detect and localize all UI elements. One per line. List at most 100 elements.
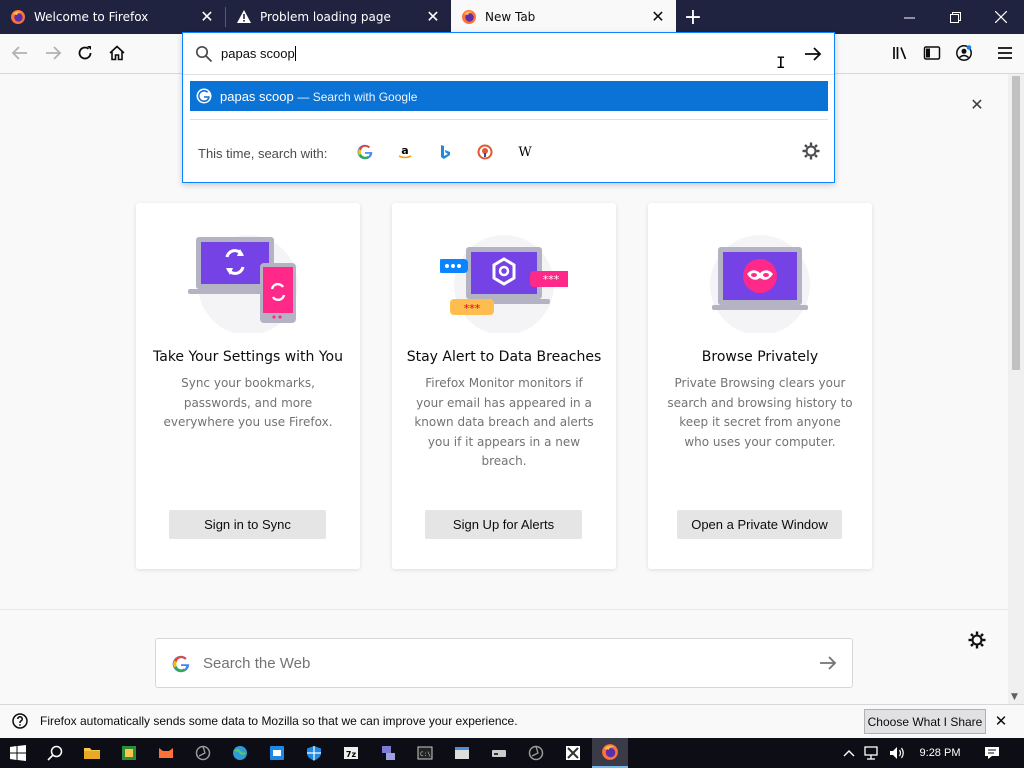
tab-problem-loading[interactable]: Problem loading page ✕ [226, 0, 451, 34]
account-icon [956, 45, 972, 61]
folder-icon [84, 748, 100, 759]
taskbar-app-2[interactable] [111, 738, 147, 768]
close-tab-icon[interactable]: ✕ [650, 9, 666, 25]
globe-icon [233, 746, 247, 760]
menu-button[interactable] [990, 38, 1020, 68]
tab-title: Welcome to Firefox [34, 10, 149, 24]
text-caret [294, 46, 296, 61]
close-notification-icon[interactable]: ✕ [993, 713, 1009, 729]
scroll-down-arrow-icon[interactable]: ▼ [1011, 692, 1018, 702]
close-window-button[interactable] [978, 0, 1024, 34]
forward-button[interactable] [38, 38, 68, 68]
open-private-window-button[interactable]: Open a Private Window [677, 510, 842, 539]
cat-app-icon [159, 748, 173, 758]
engine-bing-button[interactable] [435, 142, 455, 162]
editor-icon [270, 746, 284, 760]
search-icon [195, 45, 213, 63]
taskbar-app-11[interactable] [444, 738, 480, 768]
tab-welcome[interactable]: Welcome to Firefox ✕ [0, 0, 225, 34]
web-search-box[interactable]: Search the Web [155, 638, 853, 688]
new-tab-button[interactable]: + [676, 0, 710, 34]
choose-what-i-share-button[interactable]: Choose What I Share [864, 709, 986, 734]
duckduckgo-logo-icon [477, 144, 493, 160]
taskbar-app-5[interactable] [222, 738, 258, 768]
clock[interactable]: 9:28 PM [910, 738, 970, 768]
taskbar-app-3[interactable] [148, 738, 184, 768]
taskbar-app-14[interactable] [555, 738, 591, 768]
data-breach-illustration: *** *** [440, 235, 568, 333]
window-icon [455, 747, 469, 759]
network-icon [382, 746, 395, 760]
svg-text:C:\: C:\ [420, 751, 431, 758]
search-icon [47, 745, 63, 761]
library-button[interactable] [885, 38, 915, 68]
engine-wikipedia-button[interactable]: W [515, 142, 535, 162]
reload-button[interactable] [70, 38, 100, 68]
card-title: Browse Privately [701, 349, 819, 365]
sync-devices-illustration [188, 235, 298, 333]
sidebar-toggle-button[interactable] [917, 38, 947, 68]
engine-google-button[interactable] [355, 142, 375, 162]
taskbar-7zip[interactable]: 7z [333, 738, 369, 768]
close-tab-icon[interactable]: ✕ [199, 9, 215, 25]
wikipedia-logo-icon: W [518, 145, 532, 160]
notification-center-icon[interactable] [978, 738, 1006, 768]
private-browsing-illustration [710, 235, 810, 333]
network-tray-icon[interactable] [862, 738, 884, 768]
engine-duckduckgo-button[interactable] [475, 142, 495, 162]
firefox-icon [11, 10, 25, 24]
google-logo-icon [172, 655, 190, 673]
go-arrow-icon[interactable] [803, 44, 823, 64]
urlbar-input[interactable]: papas scoop [221, 46, 296, 61]
start-button[interactable] [0, 738, 36, 768]
windows-logo-icon [10, 745, 26, 761]
engine-amazon-button[interactable]: a [395, 142, 415, 162]
tray-overflow-icon[interactable] [840, 738, 858, 768]
taskbar-firefox[interactable] [592, 738, 628, 768]
back-button[interactable] [5, 38, 35, 68]
home-button[interactable] [102, 38, 132, 68]
gear-icon[interactable] [968, 631, 986, 649]
google-logo-icon [357, 144, 373, 160]
account-button[interactable] [949, 38, 979, 68]
google-icon [196, 88, 212, 104]
close-panel-icon[interactable]: ✕ [969, 97, 985, 113]
suggestion-text: papas scoop — Search with Google [220, 89, 418, 104]
mouse-cursor-ibeam: I [776, 53, 786, 72]
minimize-icon [903, 17, 915, 18]
firefox-icon [602, 744, 618, 760]
sign-up-for-alerts-button[interactable]: Sign Up for Alerts [425, 510, 582, 539]
forward-arrow-icon [46, 46, 62, 60]
archive-icon: 7z [344, 747, 358, 759]
taskbar-app-13[interactable] [518, 738, 554, 768]
svg-text:W: W [518, 145, 532, 160]
warning-icon [237, 10, 251, 23]
search-suggestion-row[interactable]: papas scoop — Search with Google [190, 81, 828, 111]
svg-text:***: *** [464, 302, 481, 315]
taskbar-app-7[interactable] [296, 738, 332, 768]
restore-button[interactable] [932, 0, 978, 34]
taskbar-terminal[interactable]: C:\ [407, 738, 443, 768]
aperture-icon [195, 745, 211, 761]
urlbar[interactable]: papas scoop I [183, 33, 834, 75]
taskbar-app-4[interactable] [185, 738, 221, 768]
minimize-button[interactable] [886, 0, 932, 34]
sign-in-to-sync-button[interactable]: Sign in to Sync [169, 510, 326, 539]
scrollbar-thumb[interactable] [1012, 76, 1020, 370]
vertical-scrollbar[interactable]: ▼ [1008, 74, 1024, 704]
volume-tray-icon[interactable] [886, 738, 908, 768]
tab-new-tab[interactable]: New Tab ✕ [451, 0, 676, 34]
taskbar-app-6[interactable] [259, 738, 295, 768]
arrow-right-icon[interactable] [818, 653, 838, 673]
data-collection-notification: Firefox automatically sends some data to… [0, 704, 1024, 738]
taskbar-search[interactable] [37, 738, 73, 768]
search-settings-gear-icon[interactable] [802, 142, 820, 160]
close-tab-icon[interactable]: ✕ [425, 9, 441, 25]
hamburger-menu-icon [998, 47, 1012, 59]
taskbar-app-12[interactable] [481, 738, 517, 768]
question-icon [12, 713, 28, 729]
card-description: Sync your bookmarks, passwords, and more… [163, 376, 333, 429]
urlbar-popup: papas scoop I papas scoop — Search with … [182, 32, 835, 183]
taskbar-app-9[interactable] [370, 738, 406, 768]
taskbar-file-explorer[interactable] [74, 738, 110, 768]
